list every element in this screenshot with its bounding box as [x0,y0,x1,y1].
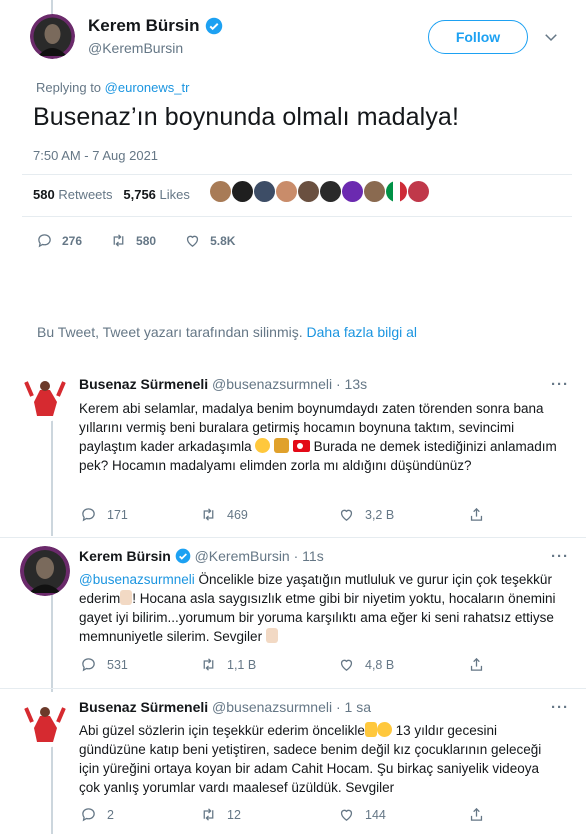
reply-avatar[interactable] [20,546,70,596]
reply-action[interactable]: 2 [80,806,200,823]
author-avatar[interactable] [30,14,75,59]
liker-avatar[interactable] [254,181,275,202]
reply-header: Kerem Bürsin @KeremBursin · 11s [79,548,324,564]
share-action[interactable] [468,506,485,523]
reply-icon [82,508,95,522]
liker-avatar[interactable] [342,181,363,202]
more-icon[interactable]: ··· [551,548,569,565]
reply-header: Busenaz Sürmeneli @busenazsurmneli · 13s [79,376,367,392]
follow-button[interactable]: Follow [428,20,528,54]
retweet-icon [203,508,214,521]
reply-action[interactable]: 276 [36,232,82,249]
retweet-icon [203,658,214,671]
share-icon [470,807,483,821]
like-action[interactable]: 5.8K [184,232,235,249]
smile-emoji-icon [255,438,271,453]
reply-icon [82,808,95,822]
share-action[interactable] [468,806,485,823]
more-icon[interactable]: ··· [551,376,569,393]
like-icon [186,235,199,247]
learn-more-link[interactable]: Daha fazla bilgi al [307,324,418,340]
retweet-action[interactable]: 12 [200,806,338,823]
reply-action[interactable]: 171 [80,506,200,523]
liker-avatar[interactable] [210,181,231,202]
reply-author-handle[interactable]: @busenazsurmneli · 1 sa [212,699,371,715]
like-action[interactable]: 144 [338,806,468,823]
tweet-actions: 276 580 5.8K [36,232,263,249]
praying-hands-emoji-icon [265,628,278,643]
reply-avatar[interactable] [20,698,70,748]
likers-avatars [210,181,429,202]
like-icon [340,659,353,671]
reply-text: Kerem abi selamlar, madalya benim boynum… [79,401,557,473]
thread-line [51,592,53,692]
like-icon [340,509,353,521]
reply-author-name[interactable]: Busenaz Sürmeneli [79,699,208,715]
verified-badge-icon [206,17,223,35]
liker-avatar[interactable] [320,181,341,202]
thread-line [51,744,53,834]
reply-actions: 171 469 3,2 B [80,506,485,523]
verified-badge-icon [175,548,191,564]
share-action[interactable] [468,656,485,673]
mention-link[interactable]: @busenazsurmneli [79,572,195,587]
share-icon [470,657,483,671]
reply-actions: 531 1,1 B 4,8 B [80,656,485,673]
praying-hands-emoji-icon [364,722,377,737]
thread-line [51,0,53,14]
reply-icon [38,234,51,248]
reply-author-name[interactable]: Busenaz Sürmeneli [79,376,208,392]
tweet-stats: 580 Retweets 5,756 Likes [33,187,190,202]
divider [22,216,572,217]
reply-avatar[interactable] [20,372,70,422]
author-name[interactable]: Kerem Bürsin [88,16,223,36]
tweet-text: Busenaz’ın boynunda olmalı madalya! [33,103,459,131]
liker-avatar[interactable] [386,181,407,202]
tweet-timestamp[interactable]: 7:50 AM - 7 Aug 2021 [33,148,158,163]
liker-avatar[interactable] [364,181,385,202]
reply-actions: 2 12 144 [80,806,485,823]
divider [0,537,586,538]
divider [0,688,586,689]
turkey-flag-icon [292,440,310,452]
chevron-down-icon[interactable] [542,28,560,46]
reply-text: @busenazsurmneli Öncelikle bize yaşatığı… [79,572,556,644]
author-handle[interactable]: @KeremBursin [88,40,183,56]
thread-line [51,416,53,536]
replying-to: Replying to @euronews_tr [36,80,190,95]
praying-hands-emoji-icon [120,590,133,605]
retweet-icon [203,808,214,821]
reply-header: Busenaz Sürmeneli @busenazsurmneli · 1 s… [79,699,371,715]
retweet-action[interactable]: 580 [110,232,156,249]
reply-author-name[interactable]: Kerem Bürsin [79,548,171,564]
reply-text: Abi güzel sözlerin için teşekkür ederim … [79,722,542,795]
retweet-icon [113,234,124,247]
deleted-tweet-notice: Bu Tweet, Tweet yazarı tarafından silinm… [37,324,418,340]
replying-to-link[interactable]: @euronews_tr [105,80,190,95]
reply-icon [82,658,95,672]
share-icon [470,507,483,521]
divider [22,174,572,175]
liker-avatar[interactable] [298,181,319,202]
medal-emoji-icon [274,438,290,453]
liker-avatar[interactable] [232,181,253,202]
reply-author-handle[interactable]: @KeremBursin · 11s [195,548,324,564]
smile-emoji-icon [376,722,392,737]
like-action[interactable]: 3,2 B [338,506,468,523]
reply-action[interactable]: 531 [80,656,200,673]
liker-avatar[interactable] [276,181,297,202]
retweet-action[interactable]: 1,1 B [200,656,338,673]
reply-author-handle[interactable]: @busenazsurmneli · 13s [212,376,367,392]
like-icon [340,809,353,821]
more-icon[interactable]: ··· [551,699,569,716]
retweet-action[interactable]: 469 [200,506,338,523]
liker-avatar[interactable] [408,181,429,202]
like-action[interactable]: 4,8 B [338,656,468,673]
